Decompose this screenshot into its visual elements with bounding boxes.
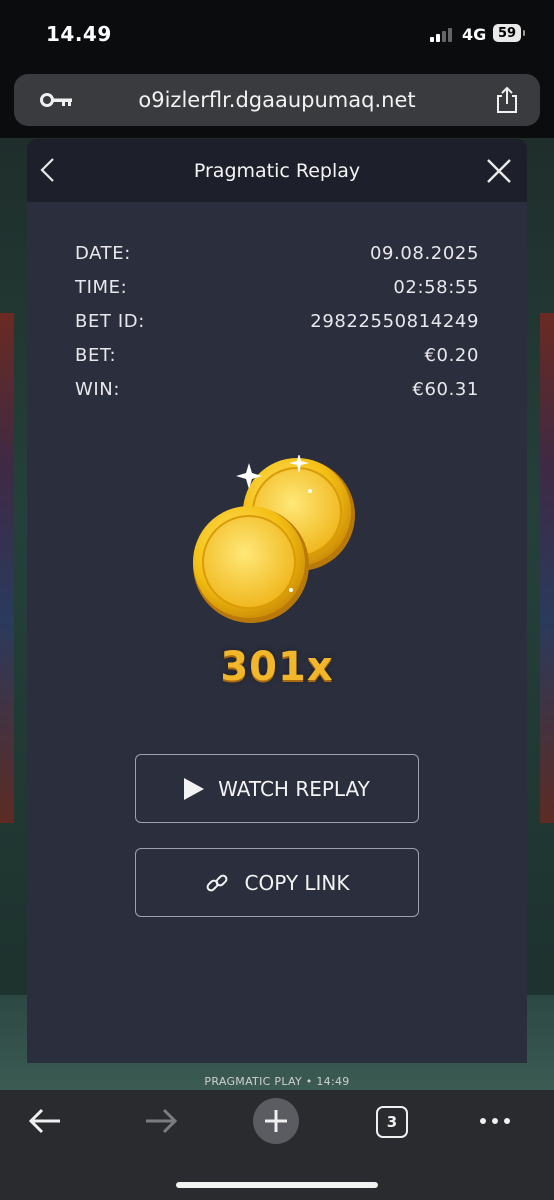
copy-link-button[interactable]: COPY LINK: [135, 848, 419, 917]
detail-label: BET:: [75, 345, 117, 366]
battery-tip: [523, 30, 525, 36]
battery-icon: 59: [493, 24, 521, 42]
share-icon[interactable]: [494, 86, 520, 114]
detail-value: €60.31: [412, 379, 479, 400]
detail-row-bet-id: BET ID: 29822550814249: [75, 311, 479, 345]
more-icon[interactable]: [480, 1118, 510, 1124]
detail-value: 09.08.2025: [369, 243, 479, 264]
status-time: 14.49: [46, 22, 112, 46]
win-multiplier: 301x: [220, 644, 334, 690]
detail-value: 29822550814249: [310, 311, 479, 332]
detail-value: 02:58:55: [393, 277, 479, 298]
new-tab-button[interactable]: [253, 1098, 299, 1144]
reel-left: [0, 313, 14, 823]
plus-icon: [265, 1110, 287, 1132]
detail-row-win: WIN: €60.31: [75, 379, 479, 413]
signal-icon: [430, 28, 452, 42]
tabs-icon[interactable]: 3: [376, 1106, 408, 1138]
detail-label: TIME:: [75, 277, 128, 298]
detail-label: BET ID:: [75, 311, 145, 332]
url-bar[interactable]: o9izlerflr.dgaaupumaq.net: [14, 74, 540, 126]
play-icon: [184, 777, 205, 800]
detail-row-bet: BET: €0.20: [75, 345, 479, 379]
browser-toolbar: o9izlerflr.dgaaupumaq.net: [0, 70, 554, 138]
watch-replay-label: WATCH REPLAY: [218, 776, 370, 801]
home-indicator: [176, 1182, 378, 1188]
detail-label: DATE:: [75, 243, 131, 264]
modal-header: Pragmatic Replay: [27, 139, 527, 202]
coins-icon: [193, 455, 355, 623]
url-text: o9izlerflr.dgaaupumaq.net: [138, 88, 416, 112]
bet-details: DATE: 09.08.2025 TIME: 02:58:55 BET ID: …: [75, 243, 479, 413]
detail-row-date: DATE: 09.08.2025: [75, 243, 479, 277]
link-icon: [207, 874, 228, 891]
watch-replay-button[interactable]: WATCH REPLAY: [135, 754, 419, 823]
game-footer: PRAGMATIC PLAY • 14:49: [204, 1075, 350, 1088]
detail-label: WIN:: [75, 379, 121, 400]
modal-title: Pragmatic Replay: [193, 160, 361, 182]
status-bar: 14.49 4G 59: [0, 0, 554, 70]
reel-right: [540, 313, 554, 823]
detail-row-time: TIME: 02:58:55: [75, 277, 479, 311]
arrow-right-icon[interactable]: [142, 1104, 180, 1138]
copy-link-label: COPY LINK: [244, 870, 350, 895]
arrow-left-icon[interactable]: [26, 1104, 64, 1138]
browser-bottom-bar: 3: [0, 1090, 554, 1200]
detail-value: €0.20: [424, 345, 479, 366]
close-icon[interactable]: [485, 157, 513, 185]
network-label: 4G: [462, 25, 487, 44]
replay-modal: Pragmatic Replay DATE: 09.08.2025 TIME: …: [27, 139, 527, 1063]
